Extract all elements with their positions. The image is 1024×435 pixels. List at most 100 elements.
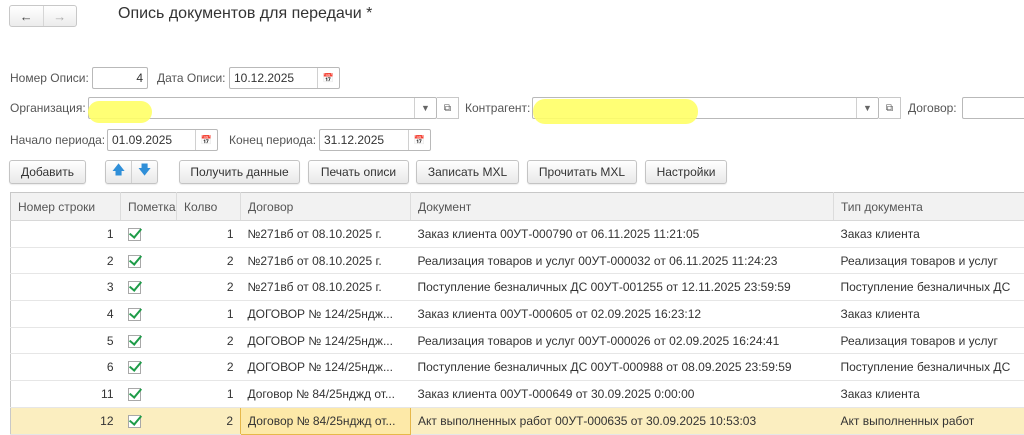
kontragent-label: Контрагент:	[465, 97, 530, 119]
checkbox-checked[interactable]	[128, 255, 141, 268]
move-down-button[interactable]: 🡇	[131, 161, 157, 183]
dogovor-label: Договор:	[908, 97, 957, 119]
dogovor-cell[interactable]: №271вб от 08.10.2025 г.	[241, 274, 411, 301]
mark-cell	[121, 327, 177, 354]
type-cell: Акт выполненных работ	[834, 407, 1024, 434]
nomer-label: Номер Описи:	[10, 67, 89, 89]
redaction-mark	[533, 99, 698, 124]
col-header-dogovor[interactable]: Договор	[241, 193, 411, 221]
col-header-doc[interactable]: Документ	[411, 193, 834, 221]
checkbox-checked[interactable]	[128, 228, 141, 241]
qty-cell: 1	[177, 301, 241, 328]
settings-button[interactable]: Настройки	[645, 160, 727, 184]
print-button[interactable]: Печать описи	[308, 160, 409, 184]
qty-cell: 2	[177, 274, 241, 301]
type-cell: Заказ клиента	[834, 301, 1024, 328]
nomer-input[interactable]: 4	[92, 67, 148, 89]
table-row[interactable]: 2 2 №271вб от 08.10.2025 г. Реализация т…	[11, 247, 1024, 274]
checkbox-checked[interactable]	[128, 415, 141, 428]
row-number: 2	[11, 247, 121, 274]
start-input[interactable]: 01.09.2025 📅	[107, 129, 218, 151]
table-row[interactable]: 1 1 №271вб от 08.10.2025 г. Заказ клиент…	[11, 221, 1024, 248]
row-number: 6	[11, 354, 121, 381]
mark-cell	[121, 381, 177, 408]
mark-cell	[121, 407, 177, 434]
back-button[interactable]: ←	[10, 6, 43, 26]
col-header-mark[interactable]: Пометка	[121, 193, 177, 221]
row-number: 1	[11, 221, 121, 248]
calendar-icon[interactable]: 📅	[195, 130, 217, 150]
open-icon[interactable]: ⧉	[437, 97, 459, 119]
dogovor-cell[interactable]: ДОГОВОР № 124/25ндж...	[241, 354, 411, 381]
doc-cell[interactable]: Заказ клиента 00УТ-000649 от 30.09.2025 …	[411, 381, 834, 408]
dogovor-cell[interactable]: Договор № 84/25нджд от...	[241, 407, 411, 434]
checkbox-checked[interactable]	[128, 361, 141, 374]
doc-cell[interactable]: Поступление безналичных ДС 00УТ-001255 о…	[411, 274, 834, 301]
table-row[interactable]: 3 2 №271вб от 08.10.2025 г. Поступление …	[11, 274, 1024, 301]
col-header-type[interactable]: Тип документа	[834, 193, 1024, 221]
type-cell: Поступление безналичных ДС	[834, 274, 1024, 301]
qty-cell: 1	[177, 221, 241, 248]
doc-cell[interactable]: Реализация товаров и услуг 00УТ-000026 о…	[411, 327, 834, 354]
add-button[interactable]: Добавить	[9, 160, 86, 184]
get-data-button[interactable]: Получить данные	[179, 160, 300, 184]
page-title: Опись документов для передачи *	[118, 5, 372, 23]
type-cell: Заказ клиента	[834, 381, 1024, 408]
open-icon[interactable]: ⧉	[879, 97, 901, 119]
table-row[interactable]: 6 2 ДОГОВОР № 124/25ндж... Поступление б…	[11, 354, 1024, 381]
row-number: 3	[11, 274, 121, 301]
mark-cell	[121, 354, 177, 381]
doc-cell[interactable]: Акт выполненных работ 00УТ-000635 от 30.…	[411, 407, 834, 434]
doc-cell[interactable]: Поступление безналичных ДС 00УТ-000988 о…	[411, 354, 834, 381]
checkbox-checked[interactable]	[128, 388, 141, 401]
col-header-qty[interactable]: Колво	[177, 193, 241, 221]
table-row[interactable]: 12 2 Договор № 84/25нджд от... Акт выпол…	[11, 407, 1024, 434]
qty-cell: 2	[177, 407, 241, 434]
type-cell: Заказ клиента	[834, 221, 1024, 248]
start-value: 01.09.2025	[112, 133, 172, 147]
qty-cell: 2	[177, 327, 241, 354]
table-row[interactable]: 5 2 ДОГОВОР № 124/25ндж... Реализация то…	[11, 327, 1024, 354]
write-mxl-button[interactable]: Записать MXL	[416, 160, 519, 184]
table-row[interactable]: 11 1 Договор № 84/25нджд от... Заказ кли…	[11, 381, 1024, 408]
dropdown-icon[interactable]: ▼	[856, 98, 878, 118]
col-header-num[interactable]: Номер строки	[11, 193, 121, 221]
checkbox-checked[interactable]	[128, 308, 141, 321]
dropdown-icon[interactable]: ▼	[414, 98, 436, 118]
read-mxl-button[interactable]: Прочитать MXL	[527, 160, 637, 184]
data-input[interactable]: 10.12.2025 📅	[229, 67, 340, 89]
end-label: Конец периода:	[229, 129, 316, 151]
move-buttons: 🡅 🡇	[105, 160, 158, 184]
qty-cell: 1	[177, 381, 241, 408]
type-cell: Поступление безналичных ДС	[834, 354, 1024, 381]
forward-button[interactable]: →	[43, 6, 77, 26]
redaction-mark	[88, 101, 152, 123]
doc-cell[interactable]: Заказ клиента 00УТ-000790 от 06.11.2025 …	[411, 221, 834, 248]
dogovor-cell[interactable]: №271вб от 08.10.2025 г.	[241, 247, 411, 274]
row-number: 4	[11, 301, 121, 328]
table-row[interactable]: 4 1 ДОГОВОР № 124/25ндж... Заказ клиента…	[11, 301, 1024, 328]
end-input[interactable]: 31.12.2025 📅	[319, 129, 431, 151]
checkbox-checked[interactable]	[128, 335, 141, 348]
start-label: Начало периода:	[10, 129, 105, 151]
data-value: 10.12.2025	[234, 71, 294, 85]
type-cell: Реализация товаров и услуг	[834, 247, 1024, 274]
end-value: 31.12.2025	[324, 133, 384, 147]
move-up-button[interactable]: 🡅	[106, 161, 131, 183]
checkbox-checked[interactable]	[128, 281, 141, 294]
calendar-icon[interactable]: 📅	[317, 68, 339, 88]
dogovor-cell[interactable]: ДОГОВОР № 124/25ндж...	[241, 301, 411, 328]
doc-cell[interactable]: Заказ клиента 00УТ-000605 от 02.09.2025 …	[411, 301, 834, 328]
qty-cell: 2	[177, 354, 241, 381]
row-number: 11	[11, 381, 121, 408]
dogovor-cell[interactable]: ДОГОВОР № 124/25ндж...	[241, 327, 411, 354]
mark-cell	[121, 274, 177, 301]
doc-cell[interactable]: Реализация товаров и услуг 00УТ-000032 о…	[411, 247, 834, 274]
nav-buttons: ← →	[9, 5, 77, 27]
dogovor-cell[interactable]: Договор № 84/25нджд от...	[241, 381, 411, 408]
org-label: Организация:	[10, 97, 86, 119]
dogovor-input[interactable]	[962, 97, 1024, 119]
type-cell: Реализация товаров и услуг	[834, 327, 1024, 354]
dogovor-cell[interactable]: №271вб от 08.10.2025 г.	[241, 221, 411, 248]
calendar-icon[interactable]: 📅	[408, 130, 430, 150]
